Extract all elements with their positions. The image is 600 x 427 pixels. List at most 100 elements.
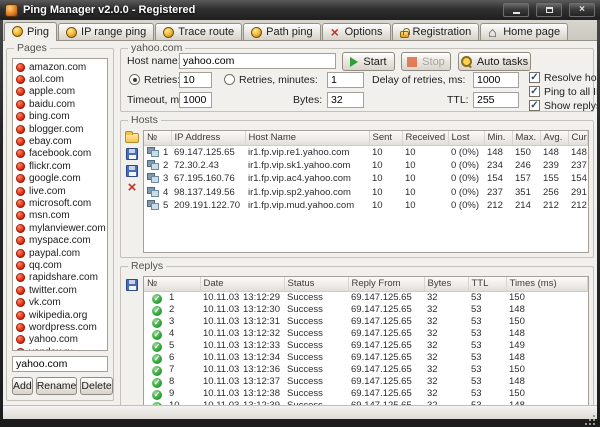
reply-bytes-cell: 32 [424, 340, 468, 352]
column-header-avg[interactable]: Avg. [540, 131, 568, 145]
column-header-date[interactable]: Date [200, 277, 284, 291]
tab-options[interactable]: Options [322, 23, 391, 40]
page-list-item[interactable]: twitter.com [14, 284, 106, 296]
page-list-item[interactable]: apple.com [14, 86, 106, 98]
add-button[interactable]: Add [12, 377, 33, 395]
retries-input[interactable] [179, 72, 212, 88]
resize-grip-icon[interactable] [593, 415, 595, 417]
rename-button[interactable]: Rename [36, 377, 78, 395]
replys-table-row[interactable]: ✓610.11.0313:12:34Success69.147.125.6532… [144, 352, 588, 364]
column-header-sent[interactable]: Sent [369, 131, 402, 145]
page-list-item[interactable]: qq.com [14, 259, 106, 271]
hosts-table-row[interactable]: 498.137.149.56ir1.fp.vip.sp2.yahoo.com10… [144, 186, 588, 200]
page-list-item[interactable]: bing.com [14, 111, 106, 123]
page-list-item[interactable]: live.com [14, 185, 106, 197]
replys-table-row[interactable]: ✓410.11.0313:12:32Success69.147.125.6532… [144, 328, 588, 340]
page-list-item[interactable]: blogger.com [14, 123, 106, 135]
delete-host-button[interactable]: × [128, 182, 137, 194]
start-button[interactable]: Start [342, 52, 395, 71]
save-hosts-button[interactable] [126, 148, 138, 160]
page-list-item[interactable]: myspace.com [14, 234, 106, 246]
hosts-table-row[interactable]: 367.195.160.76ir1.fp.vip.ac4.yahoo.com10… [144, 172, 588, 186]
page-list-item[interactable]: rapidshare.com [14, 272, 106, 284]
reply-date-cell: 10.11.0313:12:36 [200, 364, 284, 376]
bytes-input[interactable] [327, 92, 364, 108]
replys-table-row[interactable]: ✓510.11.0313:12:33Success69.147.125.6532… [144, 340, 588, 352]
column-header-num[interactable]: № [144, 277, 200, 291]
hosts-table-row[interactable]: 272.30.2.43ir1.fp.vip.sk1.yahoo.com10100… [144, 159, 588, 173]
resolve-host-name-checkbox[interactable]: ✓Resolve host name [529, 71, 597, 84]
page-list-item[interactable]: vk.com [14, 296, 106, 308]
page-name-input[interactable] [12, 356, 108, 372]
page-list-item[interactable]: msn.com [14, 210, 106, 222]
page-list-item[interactable]: wordpress.com [14, 321, 106, 333]
replys-table-row[interactable]: ✓710.11.0313:12:36Success69.147.125.6532… [144, 364, 588, 376]
column-header-reply-from[interactable]: Reply From [348, 277, 424, 291]
save-hosts-as-button[interactable] [126, 165, 138, 177]
tab-trace-route[interactable]: Trace route [155, 23, 242, 40]
delete-button[interactable]: Delete [80, 377, 112, 395]
minimize-button[interactable] [503, 3, 529, 17]
maximize-button[interactable] [536, 3, 562, 17]
retries-minutes-input[interactable] [327, 72, 364, 88]
reply-status-cell: Success [284, 352, 348, 364]
replys-table-row[interactable]: ✓810.11.0313:12:37Success69.147.125.6532… [144, 376, 588, 388]
page-list-item[interactable]: paypal.com [14, 247, 106, 259]
tab-path-ping[interactable]: Path ping [243, 23, 320, 40]
tab-ip-range-ping[interactable]: IP range ping [58, 23, 154, 40]
page-list-item[interactable]: ebay.com [14, 135, 106, 147]
reply-ms-cell: 148 [506, 304, 588, 316]
open-button[interactable] [125, 133, 139, 143]
tab-home-page[interactable]: Home page [480, 23, 568, 40]
page-list-item[interactable]: yandex.ru [14, 346, 106, 351]
page-list-item[interactable]: amazon.com [14, 61, 106, 73]
replys-table-row[interactable]: ✓310.11.0313:12:31Success69.147.125.6532… [144, 316, 588, 328]
column-header-cur[interactable]: Cur. [568, 131, 588, 145]
column-header-host-name[interactable]: Host Name [245, 131, 369, 145]
ttl-input[interactable] [473, 92, 519, 108]
column-header-status[interactable]: Status [284, 277, 348, 291]
column-header-ip-address[interactable]: IP Address [171, 131, 245, 145]
show-replys-checkbox[interactable]: ✓Show replys [529, 99, 597, 112]
column-header-times-ms[interactable]: Times (ms) [506, 277, 588, 291]
retries-minutes-radio[interactable] [224, 74, 235, 86]
timeout-input[interactable] [179, 92, 212, 108]
host-name-input[interactable] [179, 53, 336, 69]
page-list-item[interactable]: facebook.com [14, 148, 106, 160]
close-button[interactable]: × [569, 3, 595, 17]
column-header-ttl[interactable]: TTL [468, 277, 506, 291]
home-icon [488, 27, 499, 38]
page-list-item[interactable]: flickr.com [14, 160, 106, 172]
reply-bytes-cell: 32 [424, 352, 468, 364]
stop-button[interactable]: Stop [401, 52, 451, 71]
pages-list[interactable]: amazon.comaol.comapple.combaidu.combing.… [12, 58, 108, 351]
page-list-item[interactable]: wikipedia.org [14, 309, 106, 321]
column-header-num[interactable]: № [144, 131, 171, 145]
replys-table-row[interactable]: ✓110.11.0313:12:29Success69.147.125.6532… [144, 291, 588, 304]
hosts-table-row[interactable]: 169.147.125.65ir1.fp.vip.re1.yahoo.com10… [144, 145, 588, 159]
retries-radio[interactable] [129, 74, 140, 86]
replys-table-row[interactable]: ✓210.11.0313:12:30Success69.147.125.6532… [144, 304, 588, 316]
page-list-item[interactable]: baidu.com [14, 98, 106, 110]
column-header-lost[interactable]: Lost [448, 131, 484, 145]
tab-ping[interactable]: Ping [4, 22, 57, 41]
column-header-received[interactable]: Received [402, 131, 448, 145]
delay-input[interactable] [473, 72, 519, 88]
reply-time: 13:12:31 [243, 316, 280, 327]
column-header-min[interactable]: Min. [484, 131, 512, 145]
page-label: live.com [29, 186, 66, 197]
replys-table-row[interactable]: ✓910.11.0313:12:38Success69.147.125.6532… [144, 388, 588, 400]
save-replys-button[interactable] [126, 279, 138, 291]
auto-tasks-button[interactable]: Auto tasks [458, 52, 531, 71]
page-list-item[interactable]: google.com [14, 173, 106, 185]
tab-registration[interactable]: Registration [392, 23, 480, 40]
page-list-item[interactable]: aol.com [14, 73, 106, 85]
page-list-item[interactable]: yahoo.com [14, 334, 106, 346]
ping-all-ip-checkbox[interactable]: ✓Ping to all IP of host [529, 85, 597, 98]
column-header-max[interactable]: Max. [512, 131, 540, 145]
page-list-item[interactable]: mylanviewer.com [14, 222, 106, 234]
page-list-item[interactable]: microsoft.com [14, 197, 106, 209]
hosts-table-row[interactable]: 5209.191.122.70ir1.fp.vip.mud.yahoo.com1… [144, 199, 588, 213]
column-header-bytes[interactable]: Bytes [424, 277, 468, 291]
host-max-cell: 157 [512, 172, 540, 186]
